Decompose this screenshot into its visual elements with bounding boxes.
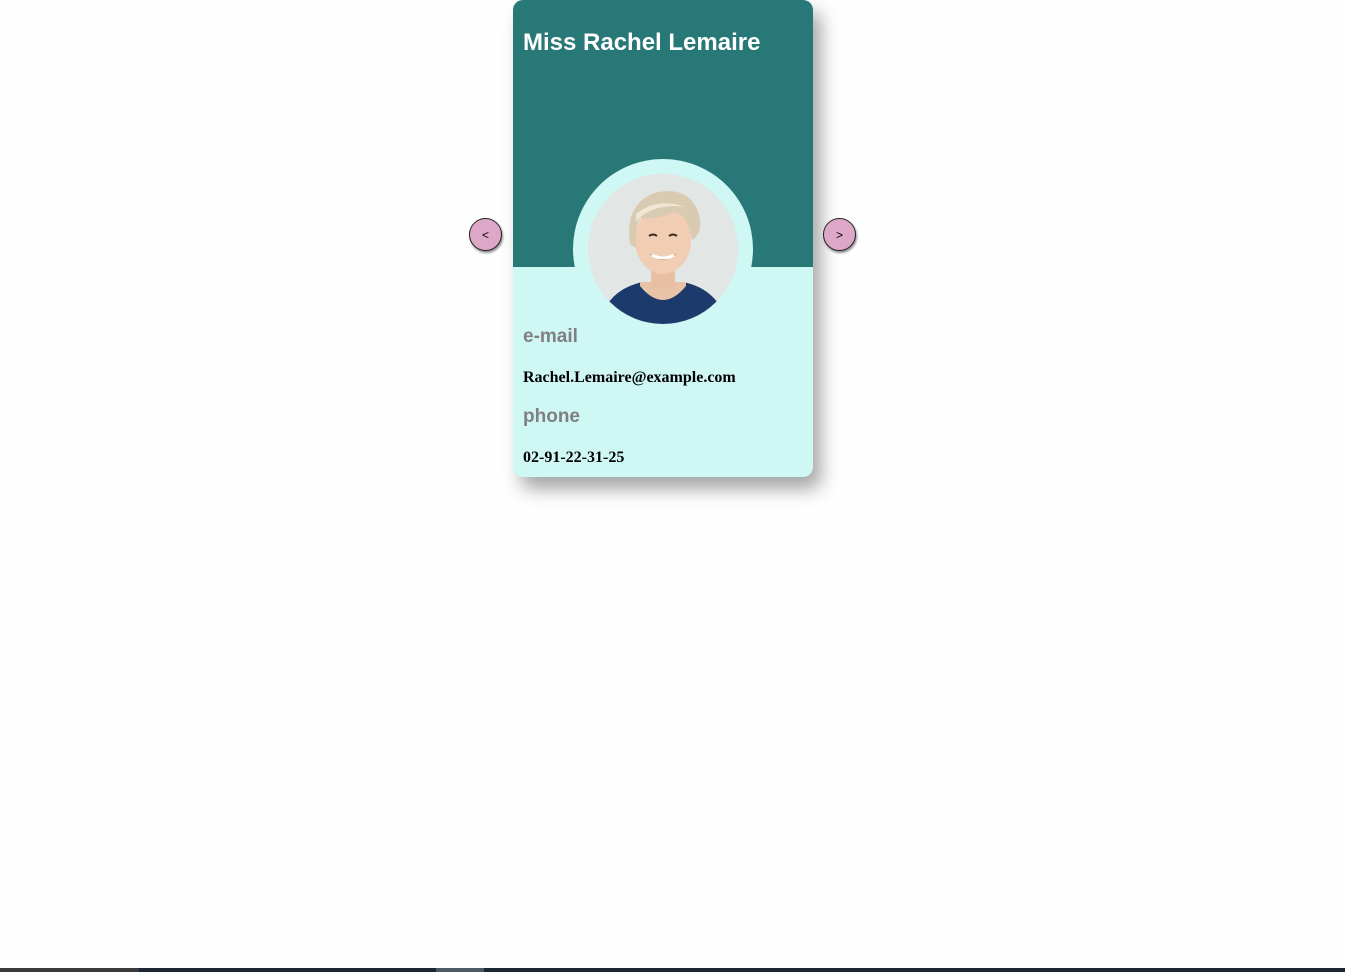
email-value: Rachel.Lemaire@example.com — [523, 369, 736, 386]
phone-label: phone — [523, 406, 580, 427]
next-button[interactable]: > — [823, 218, 856, 251]
email-label: e-mail — [523, 326, 578, 347]
taskbar-segment — [0, 968, 139, 972]
avatar — [588, 174, 738, 324]
taskbar-strip — [0, 968, 1345, 972]
profile-name: Miss Rachel Lemaire — [523, 29, 761, 56]
page: < Miss Rachel Lemaire e-mail Rachel.Lema… — [0, 0, 1345, 972]
phone-value: 02-91-22-31-25 — [523, 449, 625, 466]
taskbar-segment — [436, 968, 484, 972]
avatar-photo — [588, 174, 738, 324]
profile-card: Miss Rachel Lemaire e-mail Rachel.Lemair… — [513, 0, 813, 477]
avatar-ring — [573, 159, 753, 339]
previous-button[interactable]: < — [469, 218, 502, 251]
